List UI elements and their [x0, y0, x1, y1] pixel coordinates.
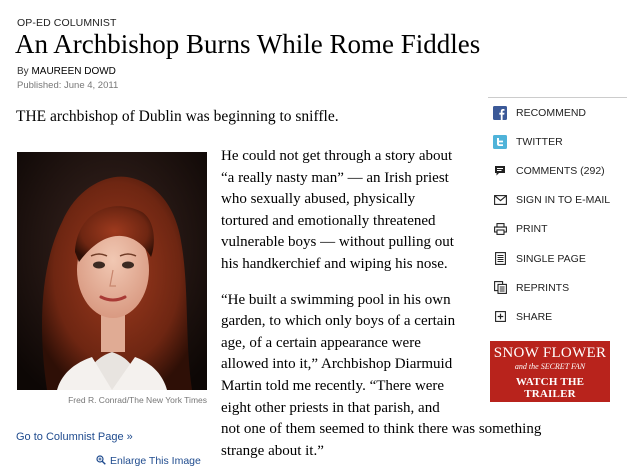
tool-label: COMMENTS (292)	[516, 164, 605, 177]
tool-label: PRINT	[516, 223, 548, 236]
columnist-portrait-image	[17, 152, 207, 390]
text-line: allowed into it,” Archbishop Diarmuid	[221, 356, 453, 373]
publish-date: Published: June 4, 2011	[17, 80, 119, 91]
twitter-icon	[493, 134, 507, 149]
tool-email[interactable]: SIGN IN TO E-MAIL	[488, 186, 627, 215]
text-line: Martin told me recently. “There were	[221, 377, 445, 394]
article-kicker: OP-ED COLUMNIST	[17, 17, 117, 29]
email-icon	[493, 193, 507, 207]
text-line: who sexually abused, physically	[221, 191, 416, 208]
author-link[interactable]: MAUREEN DOWD	[31, 66, 115, 77]
print-icon	[493, 222, 507, 236]
photo-credit: Fred R. Conrad/The New York Times	[68, 395, 207, 405]
movie-trailer-ad[interactable]: SNOW FLOWER and the SECRET FAN WATCH THE…	[490, 341, 610, 402]
paragraph-2: “He built a swimming pool in his own gar…	[221, 290, 542, 463]
facebook-icon	[493, 105, 507, 120]
tool-single-page[interactable]: SINGLE PAGE	[488, 244, 627, 273]
text-line: “He built a swimming pool in his own	[221, 291, 451, 308]
article-tools: RECOMMEND TWITTER COMMENTS (292) SIGN IN…	[488, 97, 627, 332]
byline-prefix: By	[17, 66, 29, 77]
tool-label: RECOMMEND	[516, 106, 586, 119]
article-body: He could not get through a story about “…	[221, 146, 542, 468]
text-line: not one of them seemed to think there wa…	[221, 421, 542, 438]
tool-comments[interactable]: COMMENTS (292)	[488, 156, 627, 185]
ad-cta: WATCH THE TRAILER	[515, 376, 585, 400]
tool-label: SINGLE PAGE	[516, 252, 586, 265]
reprints-icon	[493, 281, 507, 295]
text-line: age, of a certain appearance were	[221, 334, 421, 351]
text-line: his handkerchief and wiping his nose.	[221, 255, 448, 272]
text-line: garden, to which only boys of a certain	[221, 313, 456, 330]
tool-label: SIGN IN TO E-MAIL	[516, 194, 611, 207]
text-line: strange about it.”	[221, 442, 324, 459]
article-headline: An Archbishop Burns While Rome Fiddles	[15, 29, 481, 59]
text-line: tortured and emotionally threatened	[221, 212, 436, 229]
tool-label: TWITTER	[516, 135, 563, 148]
ad-subtitle: and the SECRET FAN	[514, 362, 586, 371]
text-line: He could not get through a story about	[221, 148, 453, 164]
tool-label: SHARE	[516, 310, 553, 323]
tool-reprints[interactable]: REPRINTS	[488, 273, 627, 302]
share-icon	[493, 310, 507, 324]
tool-print[interactable]: PRINT	[488, 215, 627, 244]
text-line: “a really nasty man” — an Irish priest	[221, 169, 449, 186]
text-line: vulnerable boys — without pulling out	[221, 234, 454, 251]
single-page-icon	[493, 252, 507, 266]
magnifier-icon	[96, 455, 106, 468]
tool-recommend[interactable]: RECOMMEND	[488, 98, 627, 127]
text-line: eight other priests in that parish, and	[221, 399, 440, 416]
tool-label: REPRINTS	[516, 281, 570, 294]
lead-paragraph: THE archbishop of Dublin was beginning t…	[16, 108, 339, 125]
enlarge-image-link[interactable]: Enlarge This Image	[96, 455, 201, 468]
enlarge-label: Enlarge This Image	[110, 455, 201, 467]
paragraph-1: He could not get through a story about “…	[221, 146, 486, 276]
tool-share[interactable]: SHARE	[488, 302, 627, 331]
comment-icon	[493, 164, 507, 178]
columnist-page-link[interactable]: Go to Columnist Page »	[16, 431, 133, 443]
columnist-photo[interactable]	[17, 152, 207, 390]
tool-twitter[interactable]: TWITTER	[488, 127, 627, 156]
byline: By MAUREEN DOWD	[17, 66, 116, 77]
ad-title: SNOW FLOWER	[493, 345, 607, 361]
